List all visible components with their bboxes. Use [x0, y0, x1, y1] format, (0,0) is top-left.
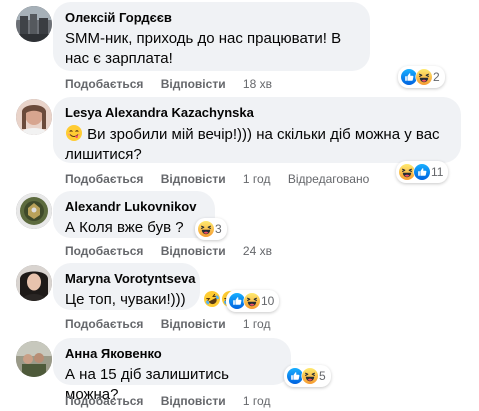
comment-timestamp[interactable]: 1 год	[243, 394, 271, 408]
like-button[interactable]: Подобається	[65, 77, 143, 91]
reaction-count: 11	[431, 165, 444, 179]
comment-text: Ви зробили мій вечір!))) на скільки діб …	[65, 126, 440, 163]
comment-text: SMM-ник, приходь до нас працювати! В нас…	[65, 30, 342, 67]
reaction-count: 2	[433, 70, 440, 84]
reactions-summary[interactable]: 2	[398, 66, 445, 88]
comment-actions: Подобається Відповісти 1 год Відредагова…	[65, 171, 369, 187]
comment-actions: Подобається Відповісти 1 год	[65, 316, 284, 332]
reply-button[interactable]: Відповісти	[161, 317, 226, 331]
comment-bubble: Олексій Гордєєв SMM-ник, приходь до нас …	[53, 2, 370, 71]
reactions-summary[interactable]: 11	[396, 161, 449, 183]
comment-bubble: Maryna Vorotyntseva Це топ, чуваки!)))	[53, 263, 200, 310]
comment-bubble: Анна Яковенко А на 15 діб залишитись мож…	[53, 338, 291, 403]
rolling-on-floor-laughing-emoji	[203, 290, 221, 308]
smiling-face-with-tongue-emoji	[65, 124, 83, 142]
reaction-count: 3	[215, 222, 222, 236]
reply-button[interactable]: Відповісти	[161, 394, 226, 408]
comment-author[interactable]: Maryna Vorotyntseva	[65, 271, 196, 287]
like-button[interactable]: Подобається	[65, 172, 143, 186]
comment-actions: Подобається Відповісти 18 хв	[65, 76, 286, 92]
like-button[interactable]: Подобається	[65, 244, 143, 258]
comment-text: А Коля вже був ?	[65, 219, 184, 236]
avatar[interactable]	[16, 341, 52, 377]
comment-actions: Подобається Відповісти 24 хв	[65, 243, 286, 259]
avatar[interactable]	[16, 265, 52, 301]
avatar[interactable]	[16, 6, 52, 42]
comment-author[interactable]: Олексій Гордєєв	[65, 10, 358, 26]
comment-timestamp[interactable]: 1 год	[243, 317, 271, 331]
like-button[interactable]: Подобається	[65, 394, 143, 408]
comment-bubble: Alexandr Lukovnikov А Коля вже був ?	[53, 191, 215, 238]
comment-author[interactable]: Lesya Alexandra Kazachynska	[65, 105, 449, 121]
haha-icon	[197, 220, 215, 238]
haha-icon	[301, 367, 319, 385]
comment-timestamp[interactable]: 18 хв	[243, 77, 272, 91]
avatar[interactable]	[16, 99, 52, 135]
edited-label: Відредаговано	[287, 172, 370, 186]
reply-button[interactable]: Відповісти	[161, 77, 226, 91]
like-icon	[413, 163, 431, 181]
reactions-summary[interactable]: 10	[226, 290, 280, 312]
haha-icon	[243, 292, 261, 310]
comment-timestamp[interactable]: 24 хв	[243, 244, 272, 258]
reactions-summary[interactable]: 3	[195, 218, 227, 240]
reaction-count: 5	[319, 369, 326, 383]
reply-button[interactable]: Відповісти	[161, 244, 226, 258]
comment-timestamp[interactable]: 1 год	[243, 172, 271, 186]
comment-actions: Подобається Відповісти 1 год	[65, 393, 284, 409]
avatar[interactable]	[16, 193, 52, 229]
comment-text: Це топ, чуваки!)))	[65, 291, 186, 308]
reactions-summary[interactable]: 5	[284, 365, 331, 387]
comment-bubble: Lesya Alexandra Kazachynska Ви зробили м…	[53, 97, 461, 163]
comment-author[interactable]: Alexandr Lukovnikov	[65, 199, 203, 215]
reply-button[interactable]: Відповісти	[161, 172, 226, 186]
haha-icon	[415, 68, 433, 86]
comment-author[interactable]: Анна Яковенко	[65, 346, 279, 362]
like-button[interactable]: Подобається	[65, 317, 143, 331]
comment-text-wrap: Ви зробили мій вечір!))) на скільки діб …	[65, 124, 449, 165]
reaction-count: 10	[261, 294, 275, 308]
